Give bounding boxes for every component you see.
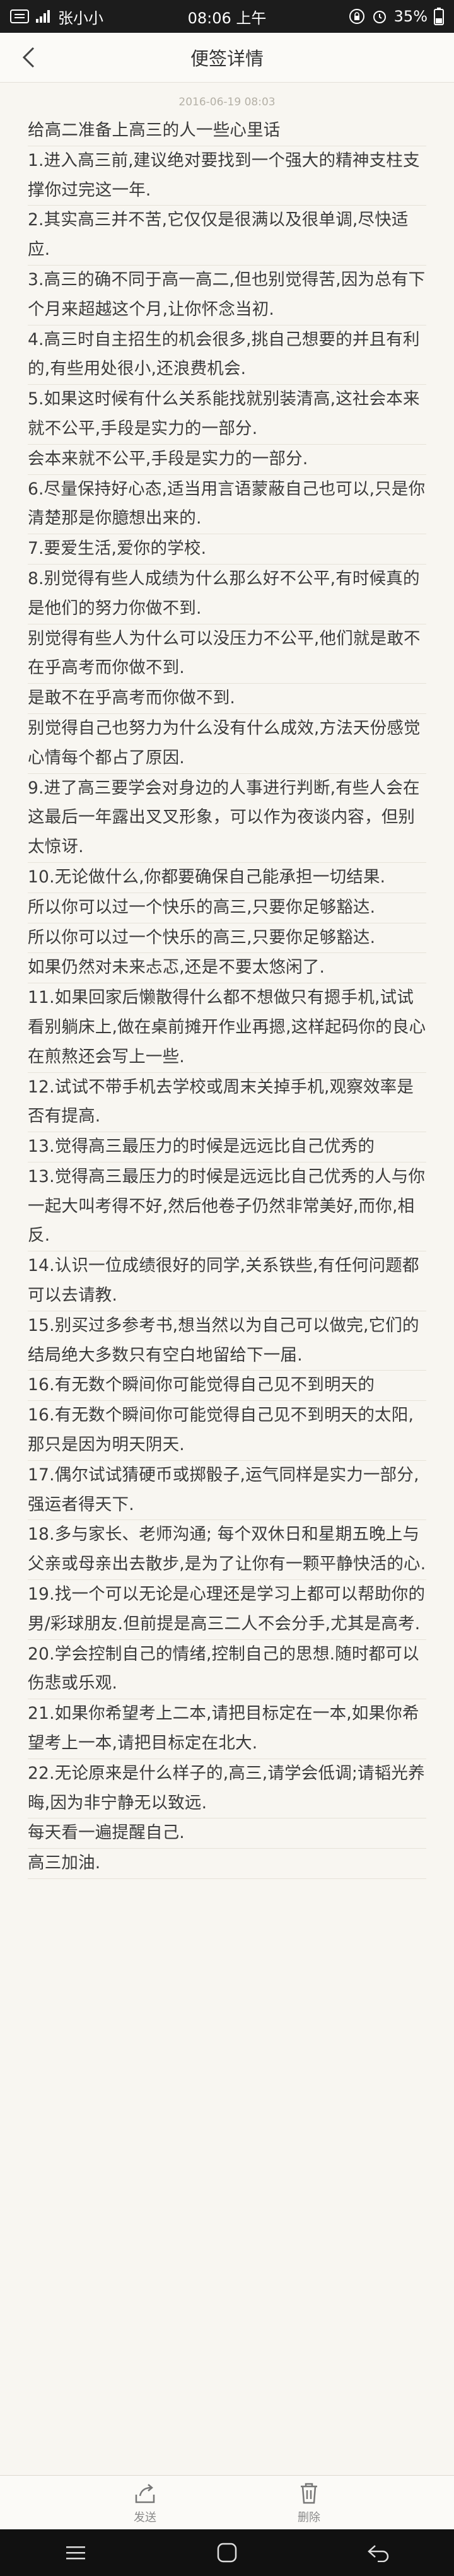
note-line: 别觉得有些人为什么可以没压力不公平,他们就是敢不在乎高考而你做不到. xyxy=(28,624,426,684)
note-date: 2016-06-19 08:03 xyxy=(178,96,276,108)
note-line: 高三加油. xyxy=(28,1849,426,1880)
note-line: 所以你可以过一个快乐的高三,只要你足够豁达. xyxy=(28,923,426,954)
note-line: 15.别买过多参考书,想当然以为自己可以做完,它们的结局绝大多数只有空白地留给下… xyxy=(28,1311,426,1371)
nav-back-button[interactable] xyxy=(353,2534,404,2572)
note-line: 16.有无数个瞬间你可能觉得自己见不到明天的太阳,那只是因为明天阴天. xyxy=(28,1401,426,1461)
nav-menu-button[interactable] xyxy=(50,2534,101,2572)
note-line: 7.要爱生活,爱你的学校. xyxy=(28,534,426,565)
note-line: 会本来就不公平,手段是实力的一部分. xyxy=(28,445,426,475)
back-arrow-icon xyxy=(368,2545,389,2562)
rotation-lock-icon xyxy=(349,9,364,24)
note-line: 2.其实高三并不苦,它仅仅是很满以及很单调,尽快适应. xyxy=(28,206,426,266)
battery-percent: 35% xyxy=(393,8,428,25)
share-icon xyxy=(135,2484,155,2503)
menu-icon xyxy=(66,2546,85,2560)
trash-icon xyxy=(301,2483,317,2504)
signal-icon xyxy=(36,10,50,23)
note-line: 10.无论做什么,你都要确保自己能承担一切结果. xyxy=(28,863,426,893)
bottom-action-bar: 发送 删除 xyxy=(0,2475,454,2530)
note-line: 是敢不在乎高考而你做不到. xyxy=(28,684,426,714)
note-line: 19.找一个可以无论是心理还是学习上都可以帮助你的男/彩球朋友.但前提是高三二人… xyxy=(28,1580,426,1640)
status-right: 35% xyxy=(349,8,444,25)
note-line: 13.觉得高三最压力的时候是远远比自己优秀的人与你一起大叫考得不好,然后他卷子仍… xyxy=(28,1162,426,1252)
note-line: 12.试试不带手机去学校或周末关掉手机,观察效率是否有提高. xyxy=(28,1073,426,1133)
back-button[interactable] xyxy=(13,42,44,73)
note-line: 17.偶尔试试猜硬币或掷骰子,运气同样是实力一部分,强运者得天下. xyxy=(28,1461,426,1521)
menu-app-icon xyxy=(10,9,29,23)
note-line: 18.多与家长、老师沟通; 每个双休日和星期五晚上与父亲或母亲出去散步,是为了让… xyxy=(28,1520,426,1581)
note-line: 21.如果你希望考上二本,请把目标定在一本,如果你希望考上一本,请把目标定在北大… xyxy=(28,1699,426,1759)
send-label: 发送 xyxy=(134,2511,156,2524)
note-line: 11.如果回家后懒散得什么都不想做只有摁手机,试试看别躺床上,做在桌前摊开作业再… xyxy=(28,983,426,1073)
note-line: 如果仍然对未来忐忑,还是不要太悠闲了. xyxy=(28,953,426,984)
note-line: 14.认识一位成绩很好的同学,关系铁些,有任何问题都可以去请教. xyxy=(28,1251,426,1311)
note-content: 2016-06-19 08:03 给高二准备上高三的人一些心里话 1.进入高三前,… xyxy=(0,82,454,1880)
carrier-name: 张小小 xyxy=(58,9,103,27)
note-body[interactable]: 给高二准备上高三的人一些心里话 1.进入高三前,建议绝对要找到一个强大的精神支柱支… xyxy=(0,111,454,1880)
note-line: 3.高三的确不同于高一高二,但也别觉得苦,因为总有下个月来超越这个月,让你怀念当… xyxy=(28,266,426,325)
note-line: 给高二准备上高三的人一些心里话 xyxy=(28,116,426,146)
title-bar: 便签详情 xyxy=(0,33,454,83)
note-line: 9.进了高三要学会对身边的人事进行判断,有些人会在这最后一年露出叉叉形象，可以作… xyxy=(28,774,426,863)
note-line: 20.学会控制自己的情绪,控制自己的思想.随时都可以伤悲或乐观. xyxy=(28,1640,426,1700)
note-line: 22.无论原来是什么样子的,高三,请学会低调;请韬光养晦,因为非宁静无以致远. xyxy=(28,1759,426,1819)
note-line: 6.尽量保持好心态,适当用言语蒙蔽自己也可以,只是你清楚那是你臆想出来的. xyxy=(28,475,426,535)
status-left: 张小小 xyxy=(10,6,103,28)
note-line: 16.有无数个瞬间你可能觉得自己见不到明天的 xyxy=(28,1371,426,1402)
delete-button[interactable]: 删除 xyxy=(277,2476,340,2530)
note-line: 4.高三时自主招生的机会很多,挑自己想要的并且有利的,有些用处很小,还浪费机会. xyxy=(28,325,426,385)
note-line: 8.别觉得有些人成绩为什么那么好不公平,有时候真的是他们的努力你做不到. xyxy=(28,565,426,624)
note-line: 1.进入高三前,建议绝对要找到一个强大的精神支柱支撑你过完这一年. xyxy=(28,146,426,206)
status-bar: 张小小 08:06 上午 35% xyxy=(0,0,454,33)
battery-icon xyxy=(434,8,444,25)
page-title: 便签详情 xyxy=(190,48,264,69)
note-line: 每天看一遍提醒自己. xyxy=(28,1818,426,1849)
send-button[interactable]: 发送 xyxy=(114,2476,177,2530)
alarm-icon xyxy=(373,11,386,23)
home-icon xyxy=(217,2543,237,2563)
note-line: 别觉得自己也努力为什么没有什么成效,方法天份感觉心情每个都占了原因. xyxy=(28,714,426,774)
note-line: 5.如果这时候有什么关系能找就别装清高,这社会本来就不公平,手段是实力的一部分. xyxy=(28,385,426,445)
nav-home-button[interactable] xyxy=(202,2534,252,2572)
delete-label: 删除 xyxy=(298,2511,320,2524)
note-line: 13.觉得高三最压力的时候是远远比自己优秀的 xyxy=(28,1132,426,1162)
system-nav-bar xyxy=(0,2529,454,2576)
note-line: 所以你可以过一个快乐的高三,只要你足够豁达. xyxy=(28,893,426,923)
chevron-left-icon xyxy=(22,47,35,68)
